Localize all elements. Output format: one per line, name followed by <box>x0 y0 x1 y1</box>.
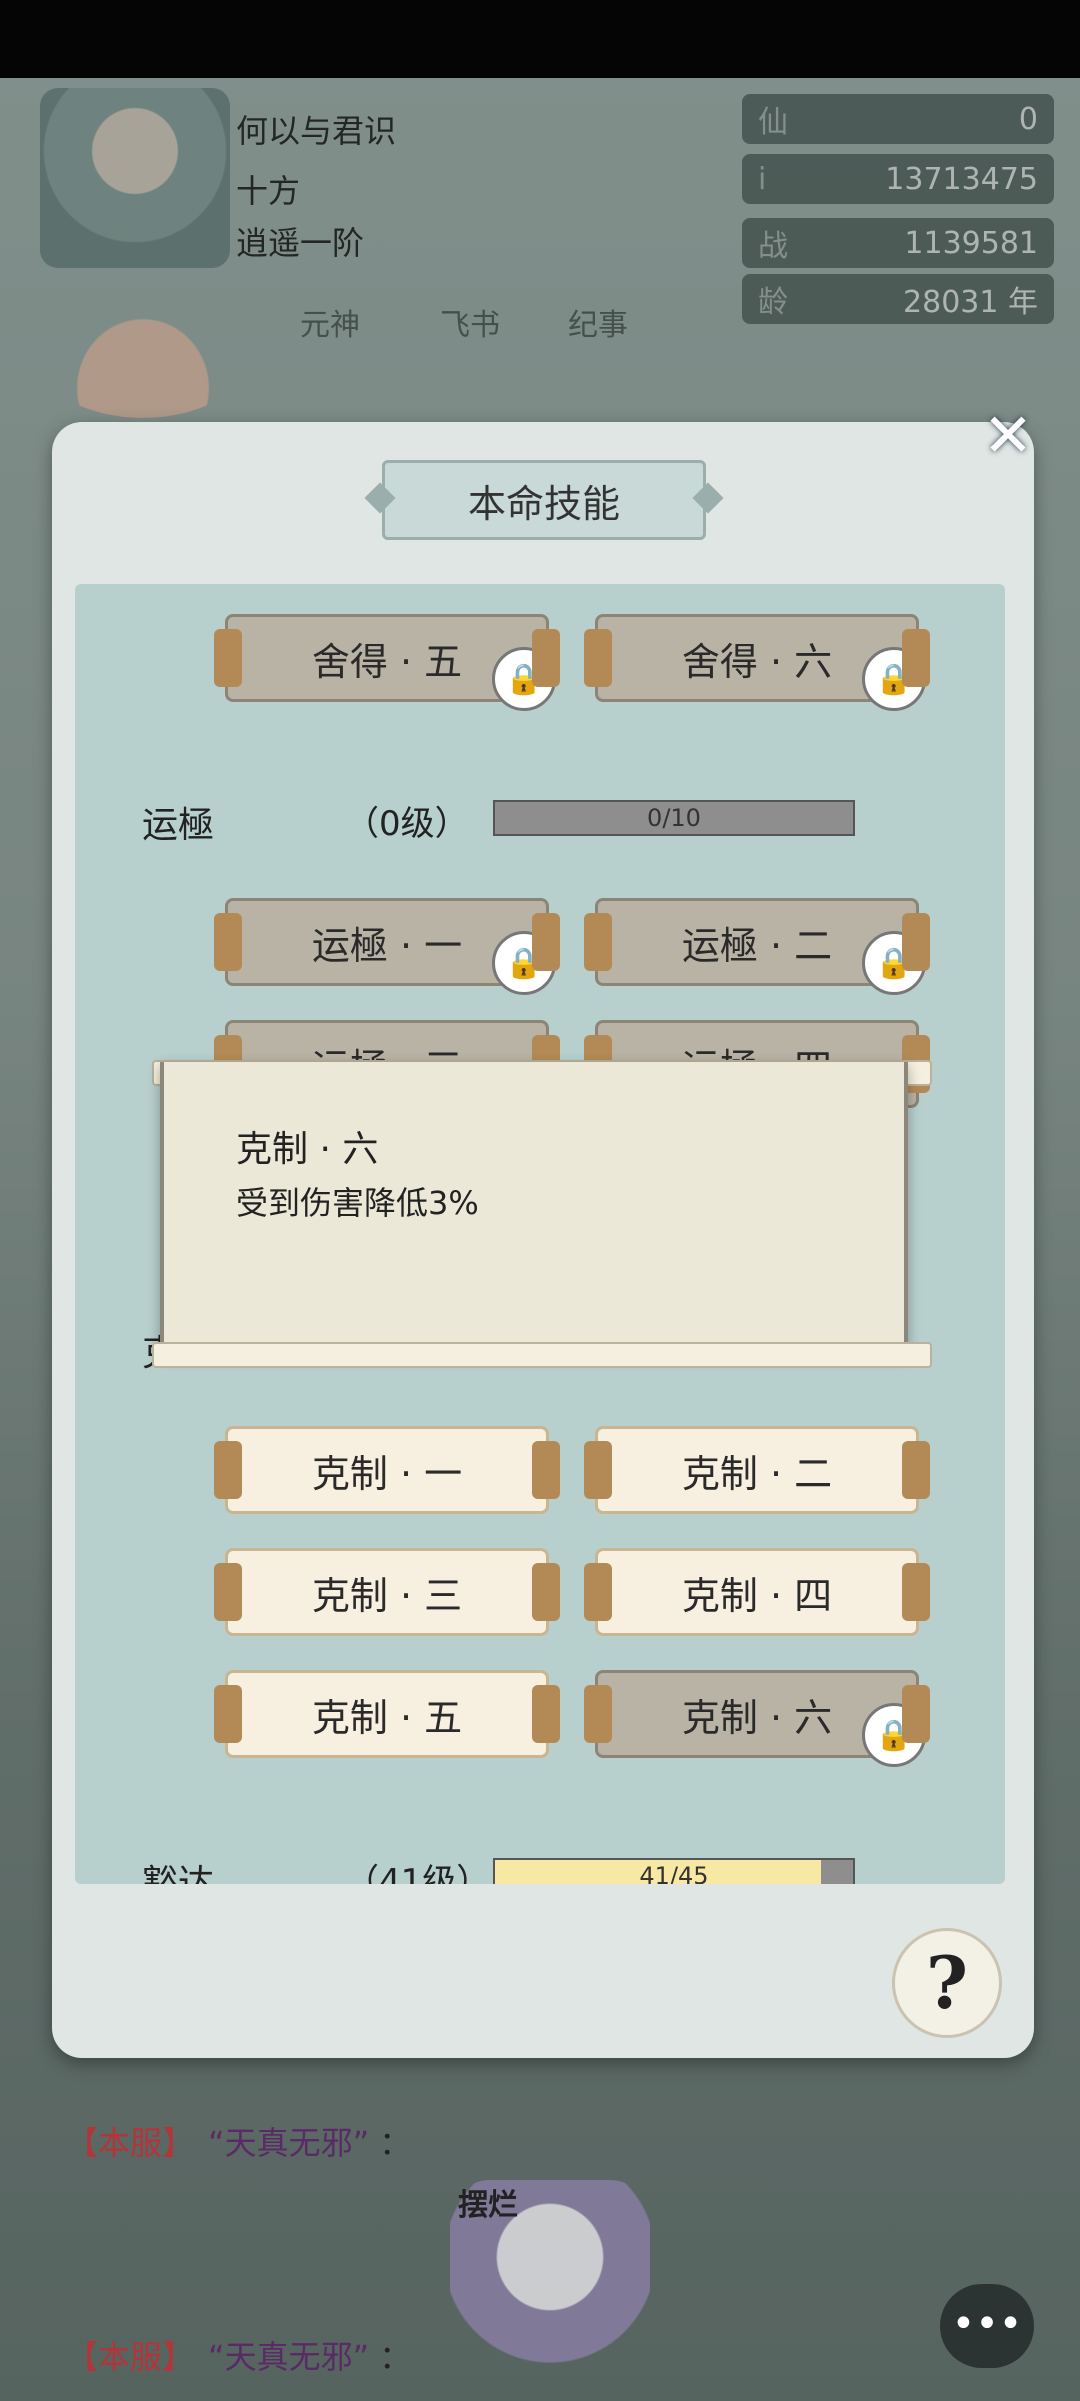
progress-text: 0/10 <box>647 804 701 832</box>
skill-name: 舍得 · 五 <box>311 639 463 684</box>
tooltip-description: 受到伤害降低3% <box>236 1184 479 1222</box>
chat-bubble-icon[interactable]: ••• <box>940 2284 1034 2368</box>
chat-separator: ： <box>379 2338 412 2376</box>
skill-card[interactable]: 舍得 · 六 🔒 <box>584 614 930 711</box>
skill-card[interactable]: 运極 · 二 🔒 <box>584 898 930 995</box>
tooltip-title: 克制 · 六 <box>236 1129 379 1170</box>
skill-name: 克制 · 五 <box>311 1695 463 1740</box>
progress-bar: 41/45 <box>493 1858 855 1884</box>
skill-card[interactable]: 克制 · 六 🔒 <box>584 1670 930 1767</box>
chat-message: 【本服】 “天真无邪” ： <box>66 2332 411 2378</box>
modal-title: 本命技能 <box>382 460 706 540</box>
chat-sender[interactable]: “天真无邪” <box>208 2124 369 2162</box>
lock-icon: 🔒 <box>862 1703 926 1767</box>
skill-name: 运極 · 二 <box>681 923 833 968</box>
chat-message: 【本服】 “天真无邪” ： <box>66 2118 411 2164</box>
skill-name: 运極 · 一 <box>311 923 463 968</box>
chat-tag: 【本服】 <box>66 2124 195 2162</box>
skill-name: 克制 · 四 <box>681 1573 833 1618</box>
help-button[interactable]: ? <box>892 1928 1002 2038</box>
chat-separator: ： <box>379 2124 412 2162</box>
status-bar <box>0 0 1080 78</box>
skill-name: 克制 · 六 <box>681 1695 833 1740</box>
skill-card[interactable]: 克制 · 四 <box>584 1548 930 1636</box>
chat-sender[interactable]: “天真无邪” <box>208 2338 369 2376</box>
section-name: 豁达 <box>142 1863 215 1884</box>
lock-icon: 🔒 <box>492 647 556 711</box>
progress-bar: 0/10 <box>493 800 855 836</box>
section-level: （41级） <box>345 1862 491 1884</box>
skill-card[interactable]: 克制 · 一 <box>214 1426 560 1514</box>
close-icon[interactable]: ✕ <box>978 406 1038 466</box>
tooltip-bottom-rod <box>152 1342 932 1368</box>
sticker-caption: 摆烂 <box>458 2188 518 2223</box>
skill-card[interactable]: 克制 · 二 <box>584 1426 930 1514</box>
skill-name: 克制 · 一 <box>311 1451 463 1496</box>
lock-icon: 🔒 <box>862 647 926 711</box>
skill-card[interactable]: 克制 · 五 <box>214 1670 560 1758</box>
lock-icon: 🔒 <box>862 931 926 995</box>
skill-name: 克制 · 三 <box>311 1573 463 1618</box>
skill-name: 克制 · 二 <box>681 1451 833 1496</box>
section-name: 运極 <box>142 805 215 846</box>
skill-name: 舍得 · 六 <box>681 639 833 684</box>
section-level: （0级） <box>345 804 469 844</box>
skill-card[interactable]: 舍得 · 五 🔒 <box>214 614 560 711</box>
chat-tag: 【本服】 <box>66 2338 195 2376</box>
progress-text: 41/45 <box>639 1862 709 1884</box>
skill-tooltip: 克制 · 六 受到伤害降低3% <box>160 1062 908 1354</box>
skill-card[interactable]: 运極 · 一 🔒 <box>214 898 560 995</box>
skill-card[interactable]: 克制 · 三 <box>214 1548 560 1636</box>
lock-icon: 🔒 <box>492 931 556 995</box>
